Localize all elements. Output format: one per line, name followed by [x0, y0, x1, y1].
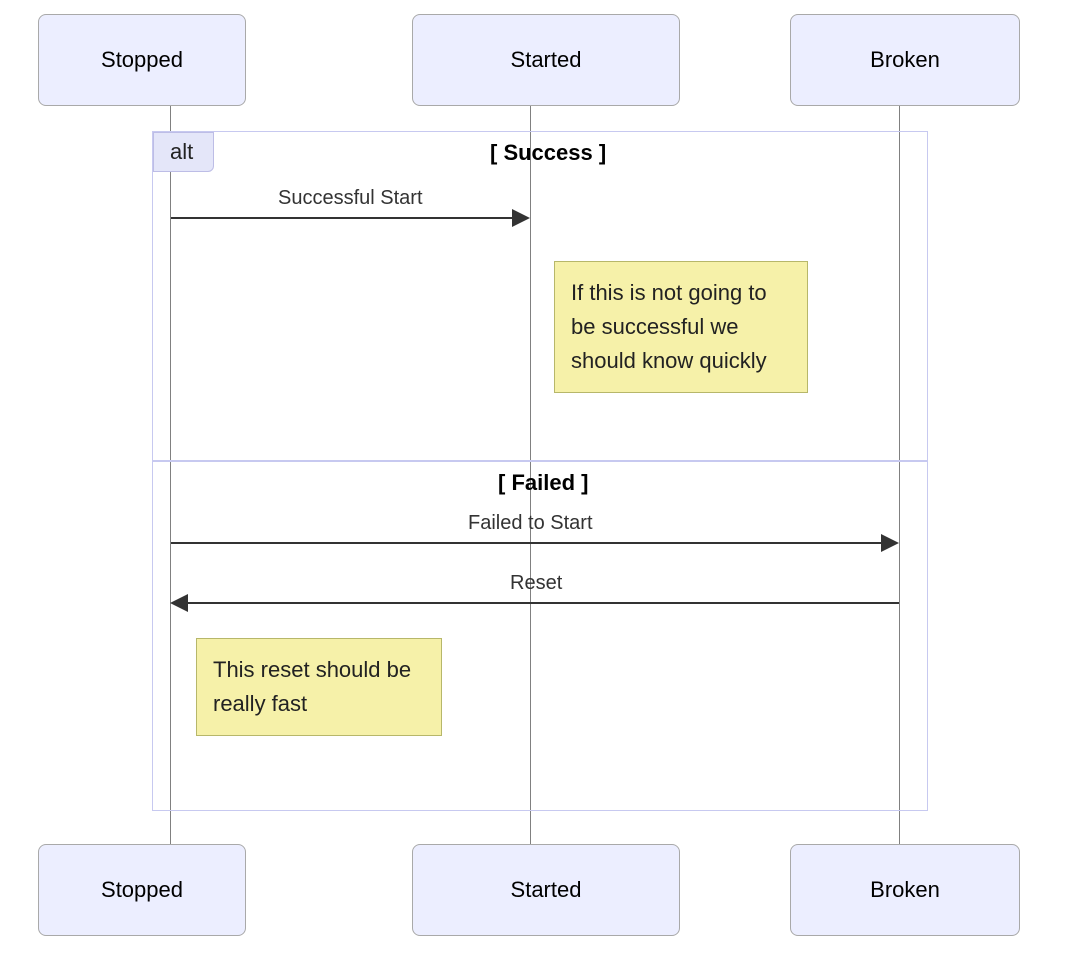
message-failed-to-start-arrow [171, 542, 883, 544]
note-success: If this is not going to be successful we… [554, 261, 808, 393]
message-failed-to-start-arrowhead [881, 534, 899, 552]
participant-stopped-top: Stopped [38, 14, 246, 106]
participant-label: Broken [870, 877, 940, 903]
participant-label: Broken [870, 47, 940, 73]
alt-operator-text: alt [170, 139, 193, 164]
alt-section-success-title: [ Success ] [490, 140, 606, 166]
participant-broken-top: Broken [790, 14, 1020, 106]
alt-section-failed-title: [ Failed ] [498, 470, 588, 496]
participant-label: Stopped [101, 47, 183, 73]
note-text: If this is not going to be successful we… [571, 280, 767, 373]
message-failed-to-start-label: Failed to Start [468, 512, 593, 535]
alt-divider [152, 460, 928, 462]
participant-label: Started [511, 47, 582, 73]
message-reset-label: Reset [510, 572, 562, 595]
participant-started-top: Started [412, 14, 680, 106]
participant-label: Stopped [101, 877, 183, 903]
message-reset-arrowhead [170, 594, 188, 612]
message-successful-start-arrowhead [512, 209, 530, 227]
participant-stopped-bottom: Stopped [38, 844, 246, 936]
message-successful-start-arrow [171, 217, 514, 219]
participant-started-bottom: Started [412, 844, 680, 936]
note-reset: This reset should be really fast [196, 638, 442, 736]
sequence-diagram: Stopped Started Broken alt [ Success ] S… [0, 0, 1070, 958]
note-text: This reset should be really fast [213, 657, 411, 716]
message-reset-arrow [185, 602, 899, 604]
alt-operator-label: alt [153, 132, 214, 172]
participant-label: Started [511, 877, 582, 903]
participant-broken-bottom: Broken [790, 844, 1020, 936]
message-successful-start-label: Successful Start [278, 187, 423, 210]
